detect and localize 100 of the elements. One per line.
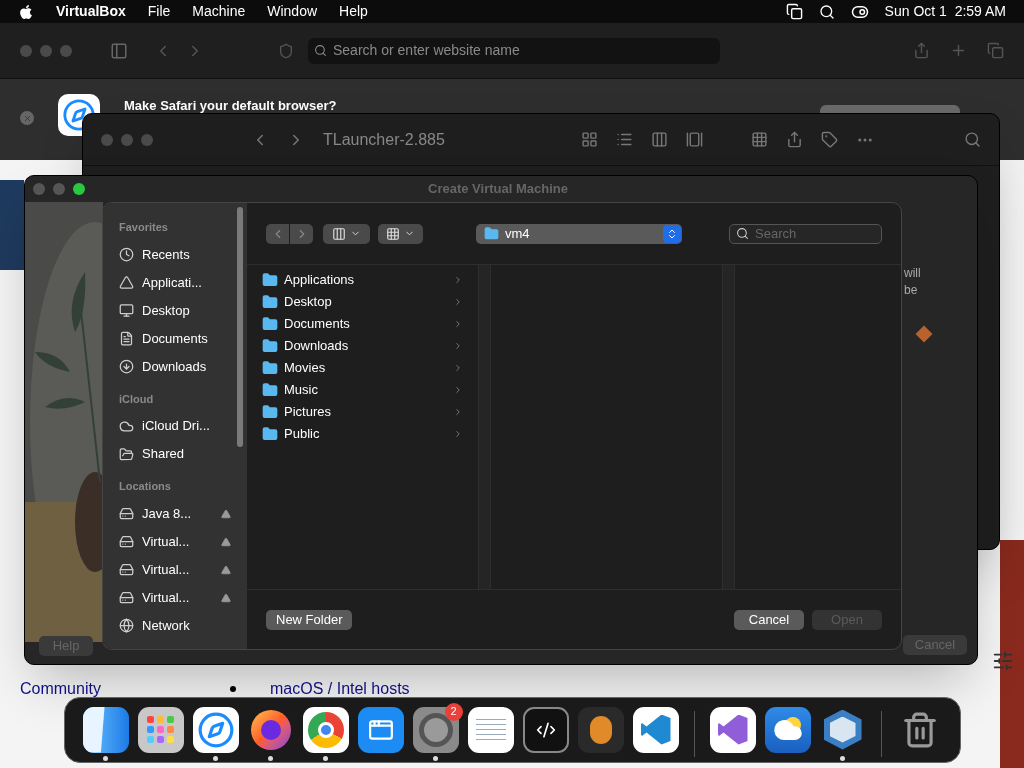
group-button[interactable] xyxy=(378,223,423,244)
sidebar-label: Network xyxy=(142,616,190,635)
sidebar-icon[interactable] xyxy=(110,41,128,60)
code-editor-icon[interactable] xyxy=(632,706,679,753)
app-menu[interactable]: VirtualBox xyxy=(56,1,126,22)
list-view-icon[interactable] xyxy=(616,131,633,148)
new-tab-icon[interactable] xyxy=(950,42,967,59)
menu-item[interactable]: Machine xyxy=(192,1,246,22)
sidebar-item[interactable]: Documents xyxy=(119,324,231,353)
share-icon[interactable] xyxy=(786,131,803,148)
sidebar-item[interactable]: iCloud Dri... xyxy=(119,412,231,440)
chevron-icon xyxy=(453,275,463,285)
eject-icon[interactable] xyxy=(221,508,231,519)
chrome-icon[interactable] xyxy=(302,706,349,753)
cancel-button[interactable]: Cancel xyxy=(734,609,804,630)
search-icon[interactable] xyxy=(818,3,835,20)
shield-icon[interactable] xyxy=(278,42,294,59)
folder-name: Movies xyxy=(284,359,326,378)
notepad-icon[interactable] xyxy=(467,706,514,753)
terminal-icon[interactable] xyxy=(522,706,569,753)
search-icon xyxy=(736,227,749,240)
folder-row[interactable]: Downloads xyxy=(247,335,478,357)
window-title: TLauncher-2.885 xyxy=(323,129,446,150)
folder-icon xyxy=(262,316,278,332)
sidebar-label: Java 8... xyxy=(142,504,192,523)
chevron-icon xyxy=(453,363,463,373)
guitar-icon[interactable] xyxy=(577,706,624,753)
chevron-icon xyxy=(453,429,463,439)
folder-row[interactable]: Desktop xyxy=(247,291,478,313)
finder-icon[interactable] xyxy=(82,706,129,753)
chevron-icon xyxy=(453,407,463,417)
ide-icon[interactable] xyxy=(709,706,756,753)
icon-view-icon[interactable] xyxy=(581,131,598,148)
bullet xyxy=(230,686,236,692)
sidebar-item[interactable]: Java 8... xyxy=(119,499,231,528)
folder-row[interactable]: Pictures xyxy=(247,401,478,423)
location-name: vm4 xyxy=(505,224,530,243)
eject-icon[interactable] xyxy=(221,564,231,575)
folder-name: Documents xyxy=(284,315,350,334)
sidebar-label: Shared xyxy=(142,445,184,464)
window-control[interactable] xyxy=(33,183,45,195)
zoom-control[interactable] xyxy=(73,183,85,195)
weather-icon[interactable] xyxy=(764,706,811,753)
menu-item[interactable]: File xyxy=(147,1,171,22)
menu-item[interactable]: Window xyxy=(267,1,318,22)
column-view-icon[interactable] xyxy=(651,131,668,148)
column-view-icon xyxy=(332,226,346,241)
folder-row[interactable]: Movies xyxy=(247,357,478,379)
scrollbar[interactable] xyxy=(237,207,243,447)
view-mode-button[interactable] xyxy=(323,223,370,244)
document-icon xyxy=(119,331,134,346)
back-button[interactable] xyxy=(266,223,289,244)
sidebar-item[interactable]: Network xyxy=(119,611,231,640)
sidebar-item[interactable]: Virtual... xyxy=(119,555,231,584)
gear-icon[interactable] xyxy=(412,706,459,753)
sidebar-item[interactable]: Applicati... xyxy=(119,268,231,297)
launchpad-icon[interactable] xyxy=(137,706,184,753)
clock-icon xyxy=(119,247,134,262)
stepper-icon xyxy=(663,224,681,243)
app-store-icon[interactable] xyxy=(357,706,404,753)
location-dropdown[interactable]: vm4 xyxy=(476,223,682,244)
folder-row[interactable]: Public xyxy=(247,423,478,445)
tag-icon[interactable] xyxy=(821,131,838,148)
forward-button[interactable] xyxy=(290,223,313,244)
folder-name: Pictures xyxy=(284,403,331,422)
sidebar-item[interactable]: Desktop xyxy=(119,296,231,325)
group-icon[interactable] xyxy=(751,131,768,148)
menu-item[interactable]: Help xyxy=(339,1,368,22)
sidebar-item[interactable]: Shared xyxy=(119,440,231,468)
folder-row[interactable]: Documents xyxy=(247,313,478,335)
sidebar-item[interactable]: Virtual... xyxy=(119,583,231,612)
eject-icon[interactable] xyxy=(221,592,231,603)
folder-icon xyxy=(262,338,278,354)
sidebar-item[interactable]: Virtual... xyxy=(119,527,231,556)
community-link[interactable]: Community xyxy=(20,681,101,697)
sidebar-heading: iCloud xyxy=(119,391,155,407)
folder-row[interactable]: Music xyxy=(247,379,478,401)
sidebar-item[interactable]: Recents xyxy=(119,240,231,269)
apps-icon xyxy=(119,275,134,290)
screen-mirroring-icon[interactable] xyxy=(785,3,803,20)
new-folder-button[interactable]: New Folder xyxy=(266,609,353,630)
eject-icon[interactable] xyxy=(221,536,231,547)
sidebar-item[interactable]: Downloads xyxy=(119,352,231,381)
hosts-link[interactable]: macOS / Intel hosts xyxy=(244,681,410,697)
close-icon[interactable] xyxy=(20,111,34,125)
gallery-view-icon[interactable] xyxy=(686,131,703,148)
tabs-overview-icon[interactable] xyxy=(987,42,1004,59)
sliders-icon[interactable] xyxy=(992,650,1014,672)
compass-icon[interactable] xyxy=(192,706,239,753)
share-icon[interactable] xyxy=(913,42,930,59)
cloud-icon xyxy=(119,418,134,434)
apple-logo-icon[interactable] xyxy=(18,3,34,20)
window-control[interactable] xyxy=(53,183,65,195)
address-field[interactable]: Search or enter website name xyxy=(308,37,720,64)
folder-row[interactable]: Applications xyxy=(247,269,478,291)
search-icon xyxy=(314,44,327,57)
clock[interactable]: Sun Oct 1 2:59 AM xyxy=(884,1,1006,22)
sidebar-label: Documents xyxy=(142,329,208,348)
chevron-icon xyxy=(453,385,463,395)
folder-name: Desktop xyxy=(284,293,332,312)
